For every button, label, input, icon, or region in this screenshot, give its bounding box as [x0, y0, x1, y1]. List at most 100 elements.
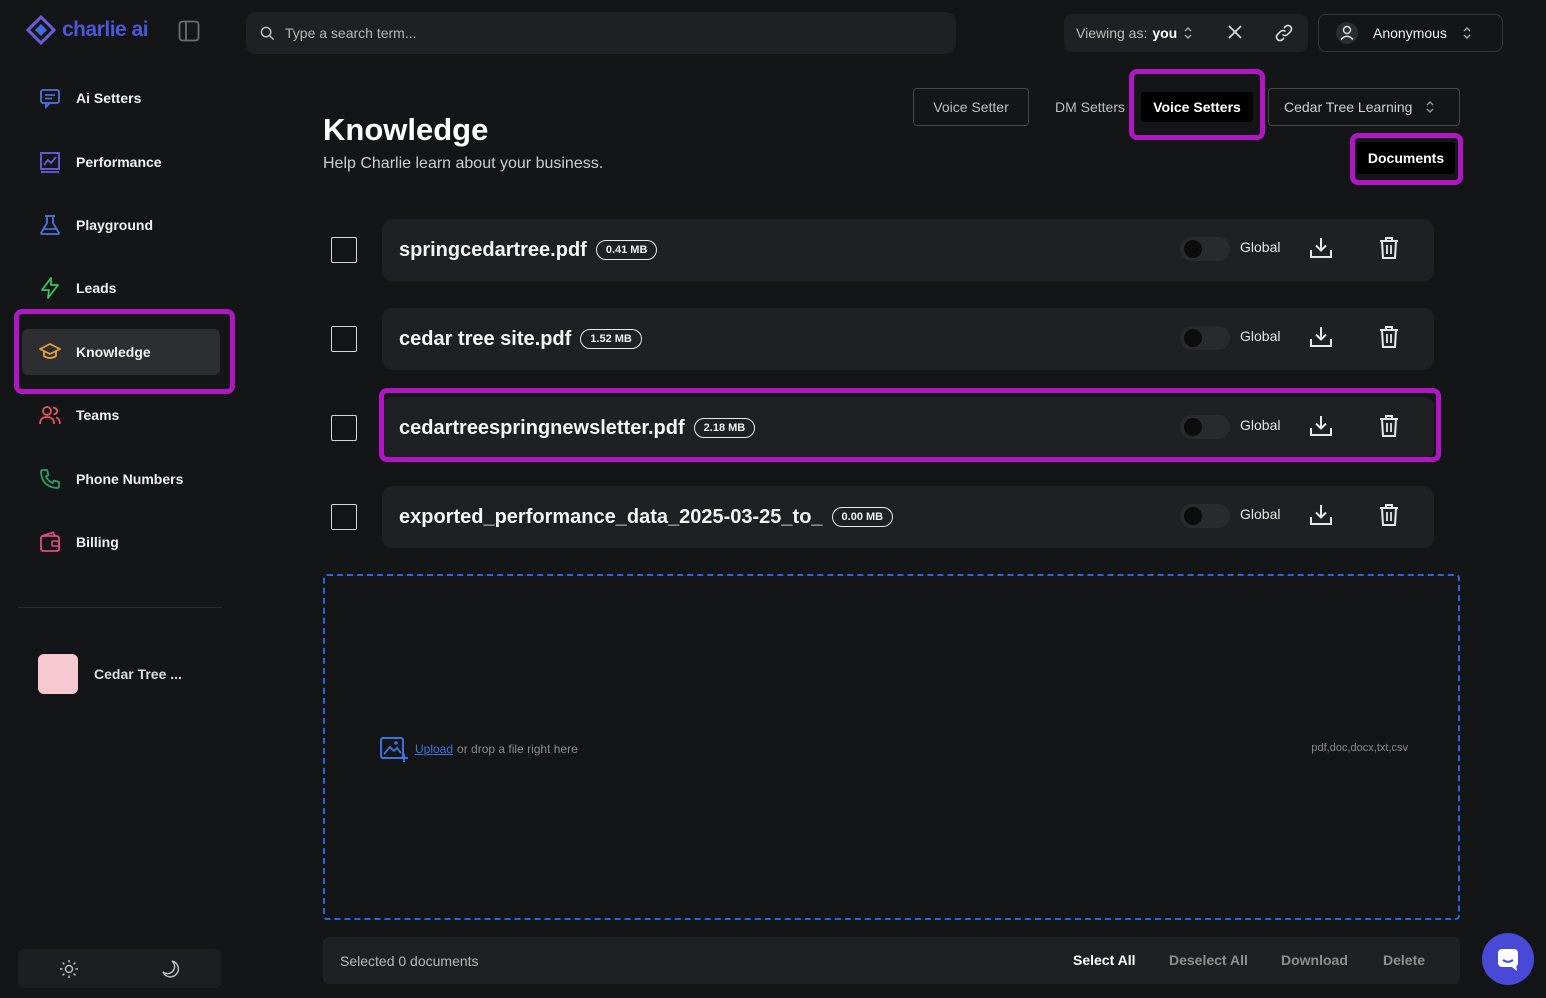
sidebar-item-ai-setters[interactable]: Ai Setters [22, 75, 220, 121]
global-toggle[interactable] [1180, 415, 1230, 439]
toggle-knob [1184, 329, 1202, 347]
org-switcher[interactable]: Cedar Tree ... [38, 654, 182, 694]
dark-mode-button[interactable] [155, 954, 185, 984]
sidebar-item-label: Teams [76, 407, 120, 423]
sidebar-item-playground[interactable]: Playground [22, 202, 220, 248]
search-bar [246, 12, 956, 54]
sidebar-item-label: Ai Setters [76, 90, 142, 106]
sidebar-item-label: Phone Numbers [76, 471, 184, 487]
team-select[interactable]: Cedar Tree Learning [1268, 88, 1460, 126]
sidebar-item-label: Performance [76, 154, 162, 170]
chat-bubble-icon [1498, 949, 1518, 971]
download-icon [1310, 505, 1332, 525]
clear-viewing-button[interactable] [1226, 23, 1244, 44]
document-checkbox[interactable] [331, 326, 357, 352]
document-name: cedartreespringnewsletter.pdf [399, 416, 685, 439]
image-upload-icon [380, 737, 408, 762]
chevron-updown-icon [1426, 101, 1434, 113]
global-toggle[interactable] [1180, 237, 1230, 261]
light-mode-button[interactable] [54, 954, 84, 984]
upload-prompt: Upload or drop a file right here [379, 735, 578, 763]
flask-icon [40, 215, 60, 235]
download-selected-button[interactable]: Download [1281, 952, 1348, 968]
tab-voice-setters[interactable]: Voice Setters [1141, 92, 1253, 122]
global-label: Global [1240, 328, 1281, 344]
sidebar-item-knowledge[interactable]: Knowledge [22, 329, 220, 375]
chevron-updown-icon [1463, 27, 1471, 39]
sidebar-item-label: Leads [76, 280, 117, 296]
download-button[interactable] [1308, 413, 1334, 444]
document-size-badge: 2.18 MB [693, 418, 756, 438]
select-all-button[interactable]: Select All [1073, 952, 1136, 968]
document-row[interactable]: cedartreespringnewsletter.pdf 2.18 MB Gl… [382, 397, 1434, 459]
viewing-as-value: you [1152, 25, 1178, 41]
delete-button[interactable] [1376, 324, 1402, 355]
delete-button[interactable] [1376, 235, 1402, 266]
tab-voice-setter[interactable]: Voice Setter [913, 88, 1029, 126]
viewing-as-selector[interactable]: Viewing as: you [1064, 14, 1308, 52]
org-name: Cedar Tree ... [94, 666, 182, 682]
global-toggle[interactable] [1180, 504, 1230, 528]
tab-documents[interactable]: Documents [1357, 142, 1455, 174]
phone-icon [40, 469, 60, 489]
sidebar-item-billing[interactable]: Billing [22, 519, 220, 565]
document-row[interactable]: springcedartree.pdf 0.41 MB Global [382, 219, 1434, 281]
sidebar-item-performance[interactable]: Performance [22, 139, 220, 185]
graduation-cap-icon [39, 343, 61, 359]
copy-link-button[interactable] [1274, 23, 1294, 46]
sidebar-divider [18, 607, 222, 608]
document-checkbox[interactable] [331, 237, 357, 263]
wallet-icon [40, 531, 60, 552]
download-icon [1310, 416, 1332, 436]
delete-button[interactable] [1376, 502, 1402, 533]
upload-link[interactable]: Upload [415, 742, 453, 756]
sidebar-item-label: Billing [76, 534, 119, 550]
upload-dropzone[interactable]: Upload or drop a file right here pdf,doc… [323, 574, 1460, 920]
user-menu[interactable]: Anonymous [1318, 14, 1503, 52]
upload-hint: or drop a file right here [457, 742, 578, 756]
moon-icon [162, 959, 180, 978]
document-name: springcedartree.pdf [399, 238, 587, 261]
chat-icon [40, 89, 60, 110]
charlie-logo-icon [26, 15, 56, 45]
users-icon [39, 406, 61, 425]
selected-count: Selected 0 documents [340, 952, 479, 969]
team-select-value: Cedar Tree Learning [1284, 99, 1413, 115]
global-label: Global [1240, 506, 1281, 522]
search-input[interactable] [285, 25, 905, 41]
sidebar-toggle-icon[interactable] [178, 20, 200, 42]
document-checkbox[interactable] [331, 415, 357, 441]
trash-icon [1380, 415, 1398, 437]
download-button[interactable] [1308, 235, 1334, 266]
global-toggle[interactable] [1180, 326, 1230, 350]
sidebar-item-phone-numbers[interactable]: Phone Numbers [22, 456, 220, 502]
chart-icon [40, 152, 60, 173]
download-icon [1310, 327, 1332, 347]
sidebar-item-teams[interactable]: Teams [22, 392, 220, 438]
org-avatar [38, 654, 78, 694]
sidebar-item-leads[interactable]: Leads [22, 265, 220, 311]
download-button[interactable] [1308, 324, 1334, 355]
search-icon [260, 26, 275, 40]
download-icon [1310, 238, 1332, 258]
document-name: exported_performance_data_2025-03-25_to_ [399, 505, 823, 528]
delete-button[interactable] [1376, 413, 1402, 444]
document-row[interactable]: exported_performance_data_2025-03-25_to_… [382, 486, 1434, 548]
document-size-badge: 0.00 MB [831, 507, 894, 527]
document-row[interactable]: cedar tree site.pdf 1.52 MB Global [382, 308, 1434, 370]
delete-selected-button[interactable]: Delete [1383, 952, 1425, 968]
bolt-icon [41, 277, 59, 299]
sidebar-item-label: Knowledge [76, 344, 151, 360]
deselect-all-button[interactable]: Deselect All [1169, 952, 1248, 968]
document-checkbox[interactable] [331, 504, 357, 530]
viewing-as-label: Viewing as: [1076, 25, 1148, 41]
chat-widget-button[interactable] [1482, 933, 1534, 985]
trash-icon [1380, 326, 1398, 348]
sun-icon [59, 959, 78, 978]
tab-dm-setters[interactable]: DM Setters [1040, 88, 1140, 126]
logo[interactable]: charlie ai [26, 14, 149, 46]
global-label: Global [1240, 239, 1281, 255]
close-icon [1228, 25, 1242, 39]
download-button[interactable] [1308, 502, 1334, 533]
page-subtitle: Help Charlie learn about your business. [323, 155, 604, 172]
